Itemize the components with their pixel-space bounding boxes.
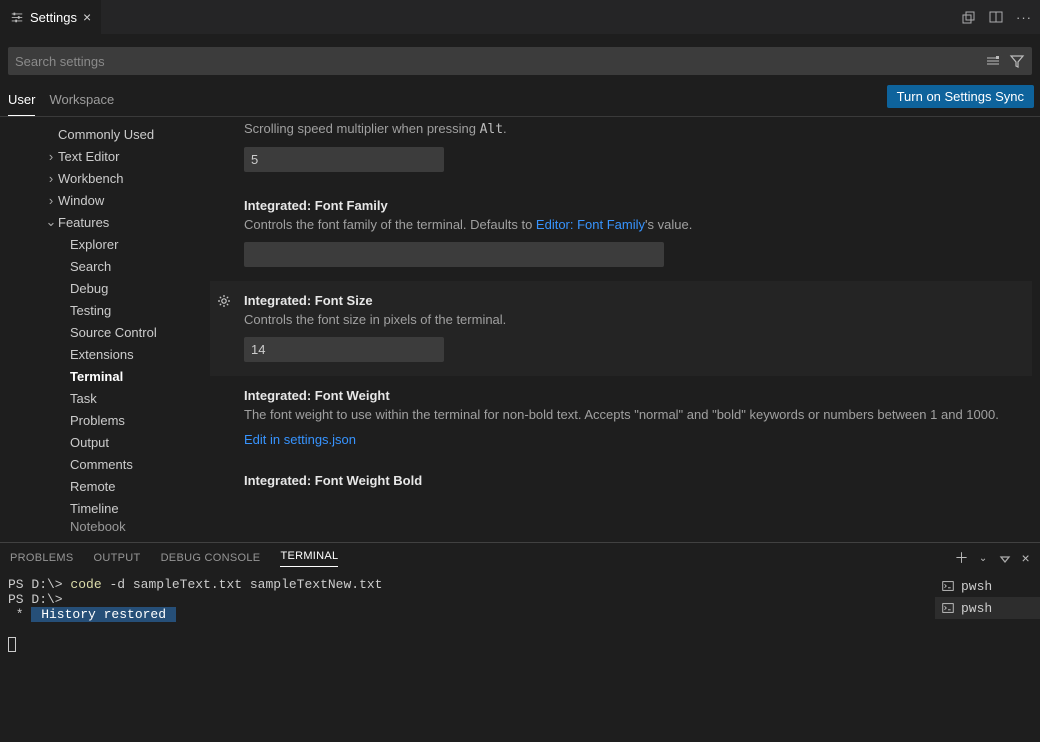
new-terminal-icon[interactable]: ＋ [955,548,969,568]
setting-description: Controls the font size in pixels of the … [244,312,1022,327]
font-size-input[interactable] [244,337,444,362]
tree-window[interactable]: ›Window [0,189,210,211]
tree-source-control[interactable]: Source Control [0,321,210,343]
setting-font-family: Integrated: Font Family Controls the fon… [210,186,1032,281]
open-changes-icon[interactable] [960,9,976,25]
setting-font-weight-bold: Integrated: Font Weight Bold [210,461,1032,488]
close-panel-icon[interactable]: × [1022,550,1030,566]
settings-search[interactable] [8,47,1032,75]
tree-output[interactable]: Output [0,431,210,453]
tree-problems[interactable]: Problems [0,409,210,431]
setting-title: Integrated: Font Weight Bold [244,473,1022,488]
setting-scroll-speed: Scrolling speed multiplier when pressing… [210,121,1032,186]
scope-workspace-tab[interactable]: Workspace [49,83,114,116]
bottom-panel: PROBLEMS OUTPUT DEBUG CONSOLE TERMINAL ＋… [0,542,1040,742]
scope-user-tab[interactable]: User [8,83,35,116]
panel-tab-output[interactable]: OUTPUT [94,552,141,564]
chevron-down-icon: ⌄ [44,214,58,230]
close-icon[interactable]: × [83,10,91,24]
tree-search[interactable]: Search [0,255,210,277]
terminal-cursor [8,637,16,652]
split-editor-icon[interactable] [988,9,1004,25]
tree-task[interactable]: Task [0,387,210,409]
tree-features[interactable]: ⌄Features [0,211,210,233]
tab-title: Settings [30,10,77,25]
tree-debug[interactable]: Debug [0,277,210,299]
tree-workbench[interactable]: ›Workbench [0,167,210,189]
clear-search-icon[interactable] [985,53,1001,69]
edit-in-json-link[interactable]: Edit in settings.json [244,432,1022,447]
chevron-right-icon: › [44,193,58,208]
terminal-icon [941,601,955,615]
tree-commonly-used[interactable]: Commonly Used [0,123,210,145]
settings-tree: Commonly Used ›Text Editor ›Workbench ›W… [0,117,210,542]
terminal-session-list: pwsh pwsh [935,573,1040,742]
tree-comments[interactable]: Comments [0,453,210,475]
maximize-panel-icon[interactable] [998,551,1012,565]
chevron-right-icon: › [44,149,58,164]
setting-description: Controls the font family of the terminal… [244,217,1022,232]
filter-icon[interactable] [1009,53,1025,69]
panel-tab-terminal[interactable]: TERMINAL [280,550,338,567]
tree-remote[interactable]: Remote [0,475,210,497]
settings-scope: User Workspace Turn on Settings Sync [0,83,1040,117]
gear-icon[interactable] [216,293,232,309]
panel-tab-debug-console[interactable]: DEBUG CONSOLE [161,552,261,564]
setting-font-weight: Integrated: Font Weight The font weight … [210,376,1032,461]
settings-content: Scrolling speed multiplier when pressing… [210,117,1040,542]
more-actions-icon[interactable]: ··· [1016,10,1032,25]
editor-actions: ··· [952,0,1040,34]
tree-testing[interactable]: Testing [0,299,210,321]
terminal-icon [941,579,955,593]
tree-timeline[interactable]: Timeline [0,497,210,519]
settings-sync-button[interactable]: Turn on Settings Sync [887,85,1034,108]
terminal-session[interactable]: pwsh [935,575,1040,597]
settings-editor: User Workspace Turn on Settings Sync Com… [0,35,1040,542]
setting-description: The font weight to use within the termin… [244,407,1022,422]
setting-description: Scrolling speed multiplier when pressing… [244,121,1022,137]
setting-font-size: Integrated: Font Size Controls the font … [210,281,1032,376]
editor-tabbar: Settings × ··· [0,0,1040,35]
font-family-input[interactable] [244,242,664,267]
tree-terminal[interactable]: Terminal [0,365,210,387]
tree-text-editor[interactable]: ›Text Editor [0,145,210,167]
setting-title: Integrated: Font Size [244,293,1022,308]
setting-title: Integrated: Font Family [244,198,1022,213]
search-input[interactable] [15,54,985,69]
settings-tab[interactable]: Settings × [0,0,102,34]
editor-font-family-link[interactable]: Editor: Font Family [536,217,645,232]
scroll-speed-input[interactable] [244,147,444,172]
setting-title: Integrated: Font Weight [244,388,1022,403]
terminal-session-label: pwsh [961,601,992,616]
chevron-right-icon: › [44,171,58,186]
tree-notebook[interactable]: Notebook [0,519,210,533]
split-terminal-dropdown-icon[interactable]: ⌄ [979,553,988,564]
settings-icon [10,10,24,24]
terminal-session-label: pwsh [961,579,992,594]
panel-tab-problems[interactable]: PROBLEMS [10,552,74,564]
terminal-output[interactable]: PS D:\> code -d sampleText.txt sampleTex… [0,573,935,742]
panel-tabbar: PROBLEMS OUTPUT DEBUG CONSOLE TERMINAL ＋… [0,543,1040,573]
tree-extensions[interactable]: Extensions [0,343,210,365]
terminal-session[interactable]: pwsh [935,597,1040,619]
tree-explorer[interactable]: Explorer [0,233,210,255]
